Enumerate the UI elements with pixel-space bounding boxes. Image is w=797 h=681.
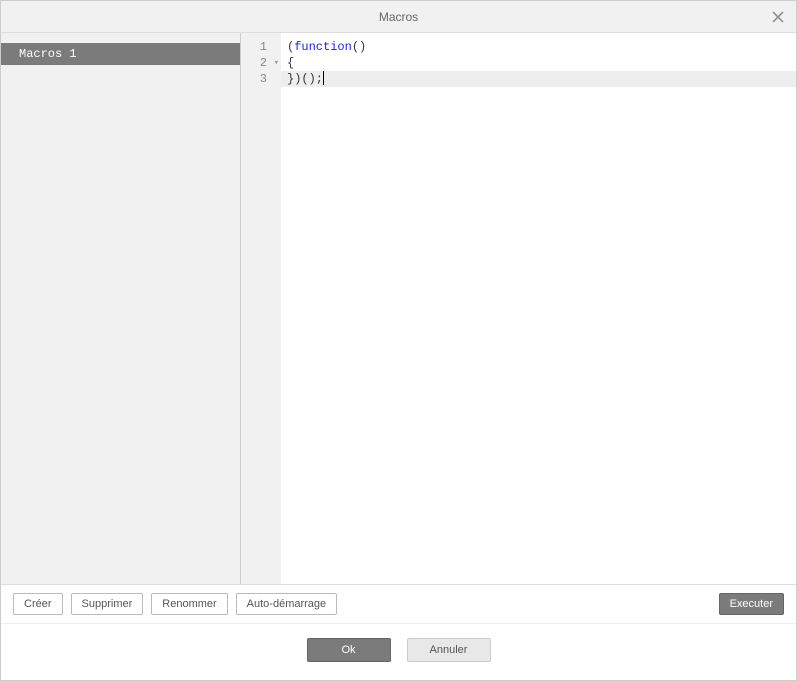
gutter-line: 1 — [241, 39, 281, 55]
code-token: { — [287, 56, 294, 70]
rename-button[interactable]: Renommer — [151, 593, 227, 615]
fold-icon[interactable]: ▾ — [274, 55, 279, 71]
toolbar: Créer Supprimer Renommer Auto-démarrage … — [1, 584, 796, 623]
footer: Ok Annuler — [1, 623, 796, 680]
code-token: })(); — [287, 72, 323, 86]
code-editor[interactable]: 12▾3 (function(){ })(); — [241, 33, 796, 584]
text-cursor — [323, 71, 324, 85]
dialog-body: Macros 1 12▾3 (function(){ })(); — [1, 33, 796, 584]
run-button[interactable]: Executer — [719, 593, 784, 615]
delete-button[interactable]: Supprimer — [71, 593, 144, 615]
close-button[interactable] — [768, 7, 788, 27]
code-token: function — [294, 40, 352, 54]
editor-gutter: 12▾3 — [241, 33, 281, 584]
create-button[interactable]: Créer — [13, 593, 63, 615]
ok-button[interactable]: Ok — [307, 638, 391, 662]
autostart-button[interactable]: Auto-démarrage — [236, 593, 338, 615]
titlebar: Macros — [1, 1, 796, 33]
code-line[interactable]: (function() — [287, 39, 796, 55]
macro-list-item-label: Macros 1 — [19, 47, 77, 61]
code-line[interactable]: { — [287, 55, 796, 71]
gutter-line: 2▾ — [241, 55, 281, 71]
macros-dialog: Macros Macros 1 12▾3 (function(){ })(); C… — [0, 0, 797, 681]
macro-list: Macros 1 — [1, 33, 241, 584]
cancel-button[interactable]: Annuler — [407, 638, 491, 662]
code-line[interactable]: })(); — [281, 71, 796, 87]
editor-code[interactable]: (function(){ })(); — [281, 33, 796, 584]
macro-list-item[interactable]: Macros 1 — [1, 43, 240, 65]
close-icon — [772, 11, 784, 23]
dialog-title: Macros — [379, 10, 418, 24]
gutter-line: 3 — [241, 71, 281, 87]
code-token: () — [352, 40, 366, 54]
